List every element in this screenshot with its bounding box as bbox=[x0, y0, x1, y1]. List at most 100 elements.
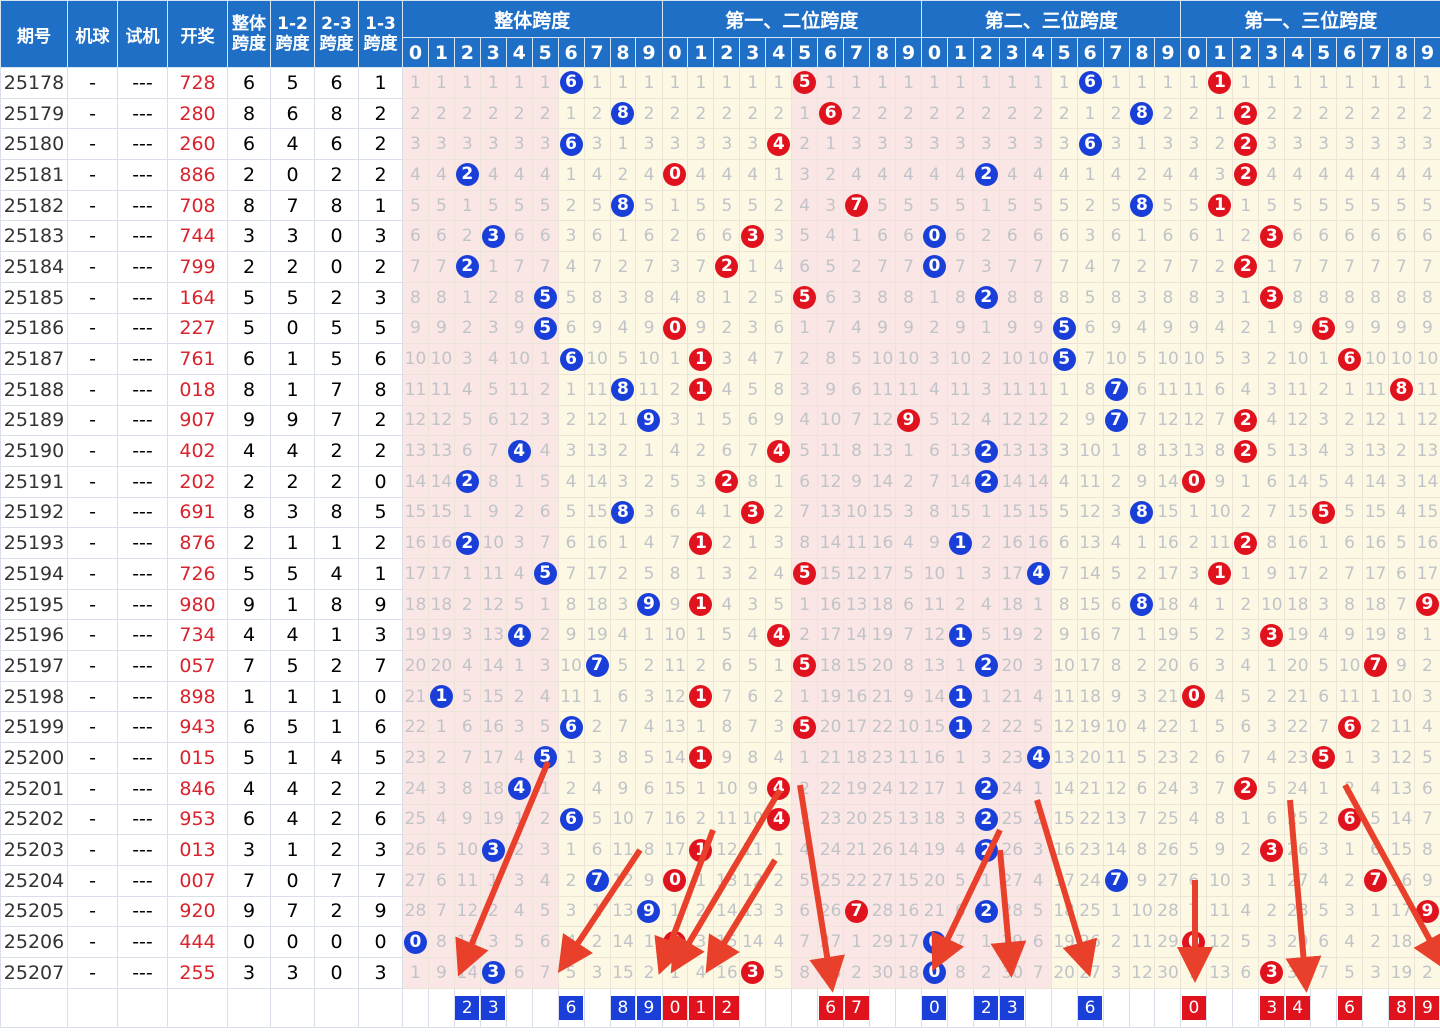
miss-count-cell: 12 bbox=[661, 680, 689, 713]
miss-count-cell: 27 bbox=[1154, 864, 1182, 897]
machine-cell: - bbox=[67, 159, 118, 191]
miss-count-cell: 4 bbox=[661, 281, 689, 314]
hit-ball: 2 bbox=[974, 163, 998, 187]
digit-header-g3-7: 7 bbox=[1362, 37, 1389, 68]
miss-count-cell: 11 bbox=[479, 558, 507, 590]
miss-count-cell: 2 bbox=[1284, 97, 1312, 130]
miss-count-cell: 5 bbox=[557, 281, 585, 314]
miss-count-cell: 1 bbox=[1128, 128, 1156, 161]
miss-count-cell: 11 bbox=[1336, 680, 1364, 713]
miss-count-cell: 9 bbox=[1387, 650, 1415, 682]
col-span23-header: 2-3 跨度 bbox=[314, 0, 359, 68]
miss-count-cell: 17 bbox=[1362, 558, 1389, 590]
hit-cell: 2 bbox=[972, 834, 1000, 866]
miss-count-cell: 8 bbox=[1258, 527, 1286, 559]
hit-cell: 1 bbox=[687, 588, 715, 621]
miss-count-cell: 1 bbox=[583, 895, 611, 928]
miss-count-cell: 8 bbox=[921, 496, 948, 529]
hit-cell: 8 bbox=[1128, 97, 1156, 130]
miss-count-cell: 1 bbox=[1076, 97, 1104, 130]
miss-count-cell: 3 bbox=[583, 956, 611, 989]
miss-count-cell: 18 bbox=[1362, 588, 1389, 621]
miss-count-cell: 11 bbox=[739, 834, 767, 866]
miss-count-cell: 6 bbox=[739, 404, 767, 437]
table-row: 25202- --- 953 6 4 2 6 25 4 9 19 1 2 6 5 10 7 16 2 11 10 4 3 23… bbox=[0, 803, 1440, 836]
miss-count-cell: 1 bbox=[791, 588, 819, 621]
miss-count-cell: 15 bbox=[843, 650, 871, 682]
miss-count-cell: 2 bbox=[972, 343, 1000, 375]
table-row: 25196- --- 734 4 4 1 3 19 19 3 13 4 2 9 19 4 1 10 1 5 4 4 2 17 1… bbox=[0, 619, 1440, 652]
miss-count-cell: 5 bbox=[791, 220, 819, 253]
digit-header-g3-8: 8 bbox=[1387, 37, 1415, 68]
hit-ball: 0 bbox=[663, 163, 687, 187]
miss-count-cell: 7 bbox=[402, 251, 429, 283]
digit-header-g1-0: 0 bbox=[661, 37, 689, 68]
summary-empty-cell bbox=[869, 987, 896, 1028]
miss-count-cell: 14 bbox=[427, 465, 455, 498]
miss-count-cell: 19 bbox=[1284, 619, 1312, 652]
miss-count-cell: 24 bbox=[1154, 772, 1182, 805]
span-value-cell: 3 bbox=[358, 220, 403, 253]
summary-blank-cell bbox=[227, 987, 271, 1028]
miss-count-cell: 5 bbox=[894, 189, 923, 222]
summary-empty-cell bbox=[531, 987, 559, 1028]
miss-count-cell: 2 bbox=[583, 926, 611, 958]
miss-count-cell: 4 bbox=[687, 496, 715, 529]
miss-count-cell: 6 bbox=[1050, 220, 1078, 253]
miss-count-cell: 11 bbox=[817, 435, 845, 467]
miss-count-cell: 8 bbox=[505, 281, 533, 314]
miss-count-cell: 10 bbox=[661, 619, 689, 652]
draw-cell: 280 bbox=[167, 97, 228, 130]
span-value-cell: 0 bbox=[358, 680, 403, 713]
miss-count-cell: 5 bbox=[557, 956, 585, 989]
hit-cell: 6 bbox=[1336, 343, 1364, 375]
hit-cell: 7 bbox=[1102, 864, 1130, 897]
issue-cell: 25189 bbox=[0, 404, 68, 437]
miss-count-cell: 7 bbox=[1310, 956, 1338, 989]
issue-cell: 25205 bbox=[0, 895, 68, 928]
draw-cell: 953 bbox=[167, 803, 228, 836]
miss-count-cell: 24 bbox=[869, 772, 896, 805]
miss-count-cell: 1 bbox=[1180, 956, 1208, 989]
miss-count-cell: 4 bbox=[998, 159, 1026, 191]
miss-count-cell: 23 bbox=[1284, 742, 1312, 774]
span-value-cell: 9 bbox=[270, 404, 315, 437]
hit-ball: 5 bbox=[1312, 316, 1336, 340]
miss-count-cell: 8 bbox=[402, 281, 429, 314]
miss-count-cell: 3 bbox=[972, 742, 1000, 774]
miss-count-cell: 5 bbox=[1284, 189, 1312, 222]
hit-cell: 7 bbox=[583, 864, 611, 897]
span-value-cell: 7 bbox=[270, 895, 315, 928]
miss-count-cell: 3 bbox=[1362, 128, 1389, 161]
digit-header-g1-9: 9 bbox=[894, 37, 923, 68]
miss-count-cell: 3 bbox=[1180, 558, 1208, 590]
hit-ball: 2 bbox=[1234, 163, 1258, 187]
miss-count-cell: 1 bbox=[453, 496, 481, 529]
miss-count-cell: 6 bbox=[453, 711, 481, 744]
trial-cell: --- bbox=[117, 496, 168, 529]
summary-empty-cell bbox=[1102, 987, 1130, 1028]
miss-count-cell: 2 bbox=[1128, 558, 1156, 590]
hit-ball: 5 bbox=[533, 316, 557, 340]
hit-ball: 1 bbox=[689, 531, 713, 555]
miss-count-cell: 4 bbox=[1232, 895, 1260, 928]
miss-count-cell: 4 bbox=[1206, 680, 1234, 713]
issue-cell: 25198 bbox=[0, 680, 68, 713]
miss-count-cell: 8 bbox=[479, 465, 507, 498]
miss-count-cell: 22 bbox=[1284, 711, 1312, 744]
miss-count-cell: 16 bbox=[402, 527, 429, 559]
span-value-cell: 6 bbox=[227, 128, 271, 161]
summary-empty-cell bbox=[1362, 987, 1389, 1028]
miss-count-cell: 1 bbox=[1154, 67, 1182, 99]
miss-count-cell: 14 bbox=[1076, 558, 1104, 590]
trial-cell: --- bbox=[117, 435, 168, 467]
miss-count-cell: 6 bbox=[531, 220, 559, 253]
span-value-cell: 4 bbox=[270, 435, 315, 467]
miss-count-cell: 9 bbox=[946, 312, 974, 345]
miss-count-cell: 18 bbox=[998, 588, 1026, 621]
miss-count-cell: 2 bbox=[557, 864, 585, 897]
miss-count-cell: 30 bbox=[1284, 956, 1312, 989]
miss-count-cell: 2 bbox=[972, 711, 1000, 744]
miss-count-cell: 9 bbox=[869, 312, 896, 345]
miss-count-cell: 1 bbox=[972, 496, 1000, 529]
